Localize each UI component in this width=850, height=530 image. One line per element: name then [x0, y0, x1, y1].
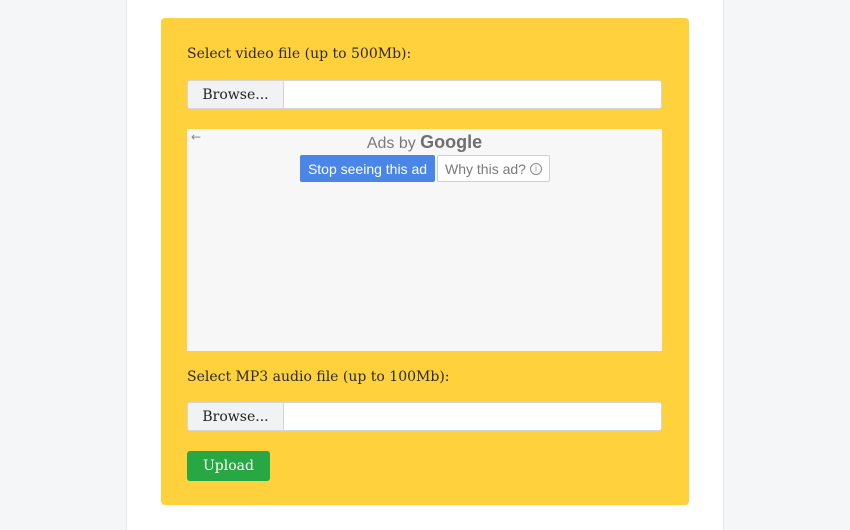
audio-file-name[interactable] — [284, 403, 661, 430]
upload-button[interactable]: Upload — [187, 451, 270, 481]
stop-seeing-ad-button[interactable]: Stop seeing this ad — [300, 155, 435, 182]
video-file-input[interactable]: Browse... — [187, 80, 662, 109]
audio-browse-button[interactable]: Browse... — [188, 403, 284, 430]
info-icon: i — [529, 162, 542, 175]
audio-file-input[interactable]: Browse... — [187, 402, 662, 431]
video-file-name[interactable] — [284, 81, 661, 108]
ads-by-text: Ads by — [366, 135, 421, 152]
ads-by-google-label: Ads by Google — [187, 132, 662, 153]
ad-frame: ← Ads by Google Stop seeing this ad Why … — [187, 129, 662, 351]
audio-file-label: Select MP3 audio file (up to 100Mb): — [187, 369, 450, 385]
why-this-ad-label: Why this ad? — [445, 160, 526, 177]
google-brand: Google — [420, 132, 483, 152]
why-this-ad-button[interactable]: Why this ad? i — [437, 155, 550, 182]
video-file-label: Select video file (up to 500Mb): — [187, 46, 412, 62]
video-browse-button[interactable]: Browse... — [188, 81, 284, 108]
